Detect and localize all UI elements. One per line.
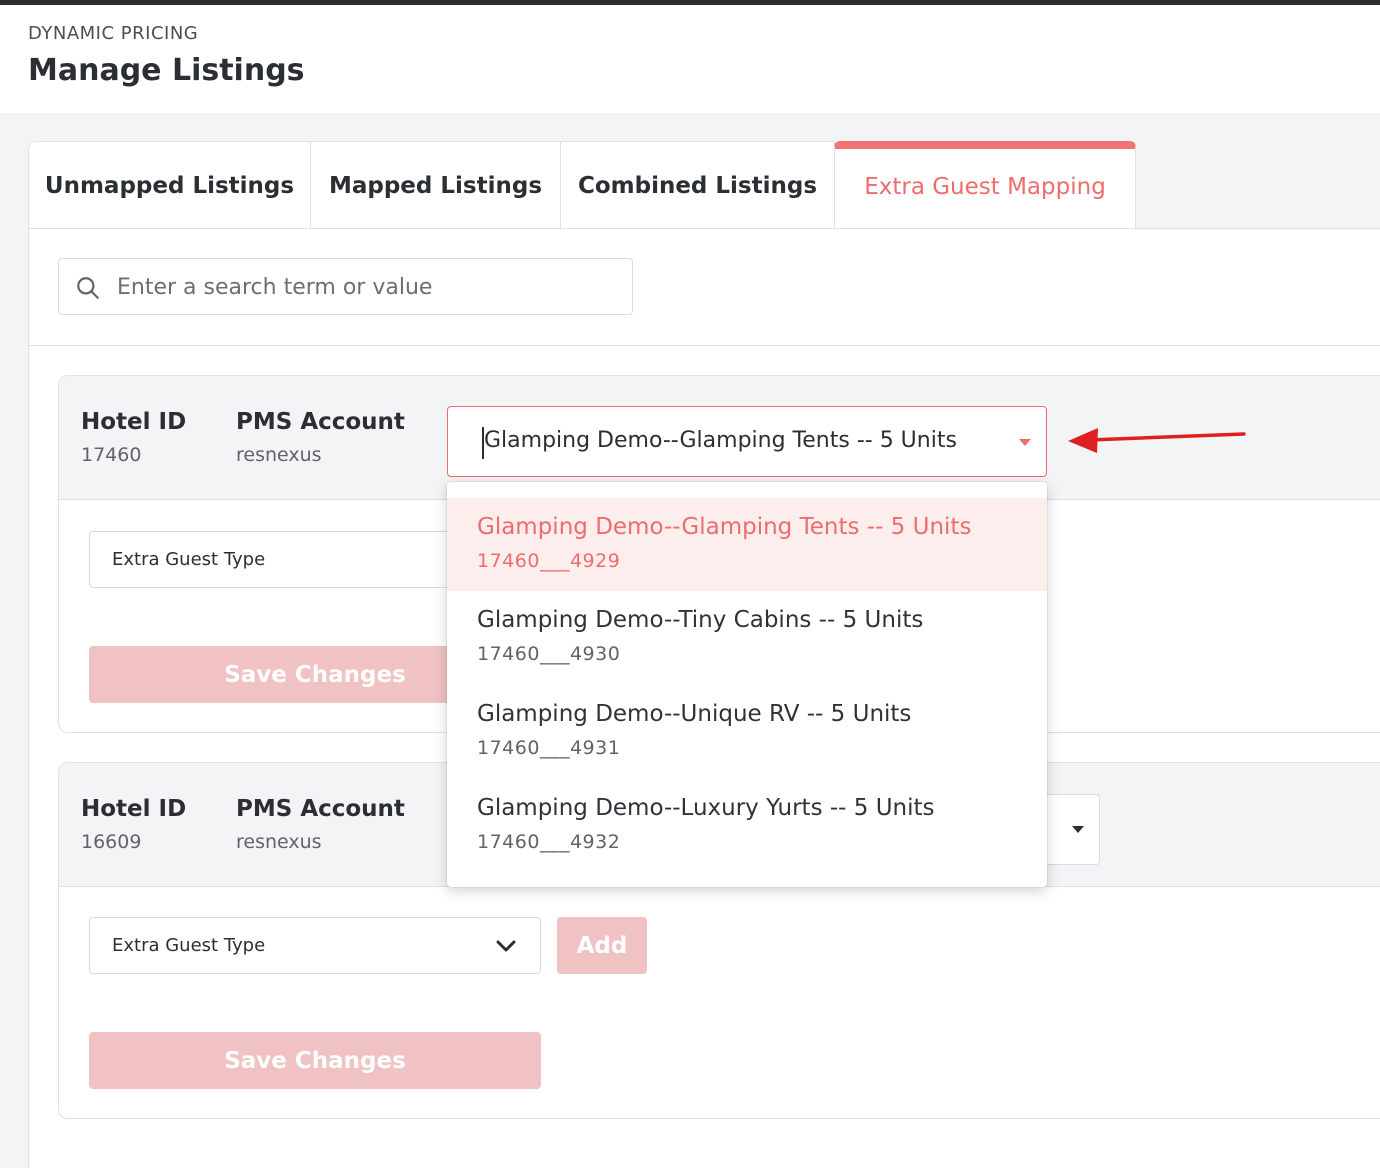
tab-label: Extra Guest Mapping [864,174,1106,200]
annotation-arrow-icon [1068,428,1246,453]
page-title: Manage Listings [28,53,305,88]
pms-account-value: resnexus [236,444,322,466]
section-eyebrow: DYNAMIC PRICING [28,23,199,44]
hotel-id-label: Hotel ID [81,796,187,822]
tab-combined-listings[interactable]: Combined Listings [560,141,835,229]
hotel-id-value: 17460 [81,444,142,466]
pms-account-value: resnexus [236,831,322,853]
chevron-down-icon [496,940,516,952]
save-changes-button[interactable]: Save Changes [89,1032,541,1089]
add-label: Add [576,932,628,959]
option-title: Glamping Demo--Glamping Tents -- 5 Units [477,514,972,540]
listing-dropdown-menu: Glamping Demo--Glamping Tents -- 5 Units… [447,482,1047,887]
listing-select[interactable]: Glamping Demo--Glamping Tents -- 5 Units [447,406,1047,477]
tab-unmapped-listings[interactable]: Unmapped Listings [28,141,311,229]
option-title: Glamping Demo--Tiny Cabins -- 5 Units [477,607,924,633]
pms-account-label: PMS Account [236,409,405,435]
tab-label: Mapped Listings [328,172,543,199]
caret-down-icon [1072,826,1084,833]
option-id: 17460___4932 [477,831,621,853]
divider [29,345,1380,346]
caret-down-icon [1019,439,1031,446]
dropdown-option[interactable]: Glamping Demo--Luxury Yurts -- 5 Units 1… [447,779,1047,872]
dropdown-option[interactable]: Glamping Demo--Glamping Tents -- 5 Units… [447,498,1047,591]
extra-guest-type-value: Extra Guest Type [112,549,266,570]
option-id: 17460___4929 [477,550,621,572]
save-changes-label: Save Changes [224,661,406,688]
tab-label: Combined Listings [577,172,818,199]
page-header: DYNAMIC PRICING Manage Listings [0,5,1380,113]
search-icon [77,277,99,299]
dropdown-option[interactable]: Glamping Demo--Tiny Cabins -- 5 Units 17… [447,591,1047,684]
save-changes-label: Save Changes [224,1047,406,1074]
tab-extra-guest-mapping[interactable]: Extra Guest Mapping [834,141,1136,229]
add-button[interactable]: Add [557,917,647,974]
search-input[interactable] [117,267,617,307]
option-title: Glamping Demo--Luxury Yurts -- 5 Units [477,795,935,821]
tab-label: Unmapped Listings [44,172,295,199]
extra-guest-type-value: Extra Guest Type [112,935,266,956]
option-id: 17460___4930 [477,643,621,665]
extra-guest-type-select[interactable]: Extra Guest Type [89,917,541,974]
hotel-id-value: 16609 [81,831,142,853]
pms-account-label: PMS Account [236,796,405,822]
tab-mapped-listings[interactable]: Mapped Listings [310,141,561,229]
dropdown-option[interactable]: Glamping Demo--Unique RV -- 5 Units 1746… [447,685,1047,778]
hotel-id-label: Hotel ID [81,409,187,435]
option-id: 17460___4931 [477,737,621,759]
search-box [58,258,633,315]
option-title: Glamping Demo--Unique RV -- 5 Units [477,701,912,727]
listing-select-value: Glamping Demo--Glamping Tents -- 5 Units [484,428,957,453]
